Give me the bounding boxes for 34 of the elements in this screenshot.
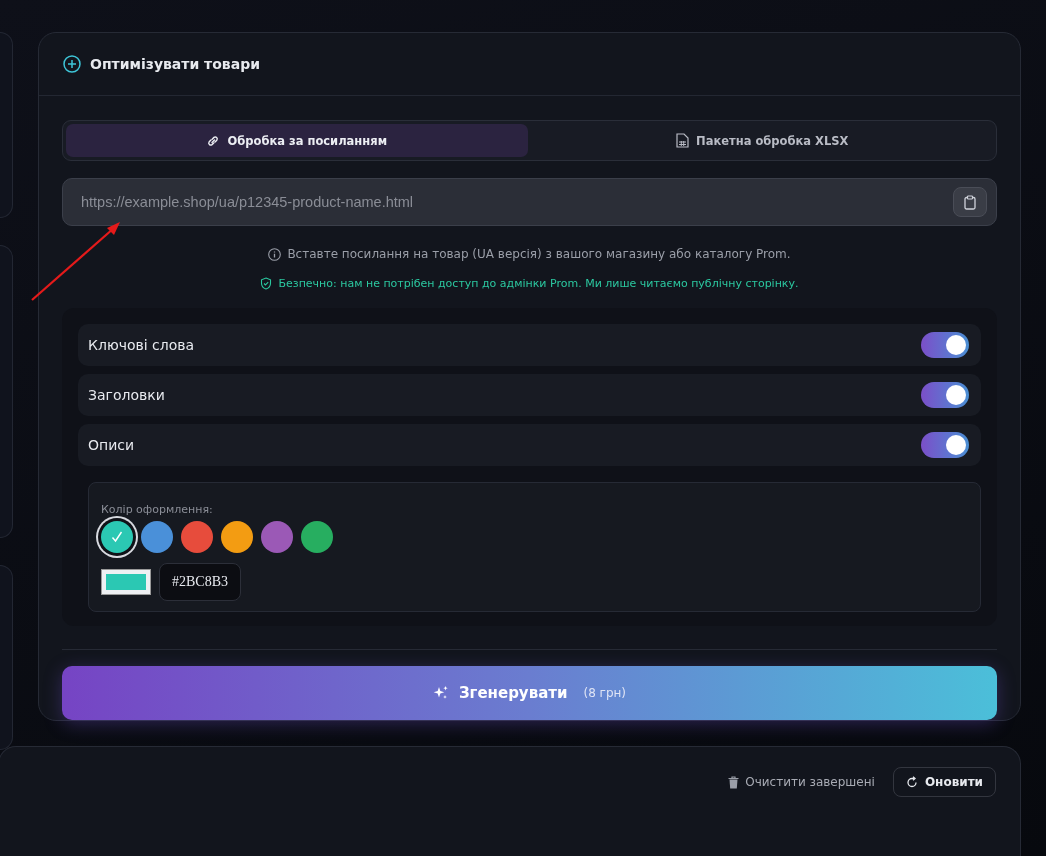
toggle-switch[interactable] [921, 382, 969, 408]
link-icon [206, 133, 221, 148]
toggle-switch[interactable] [921, 432, 969, 458]
safety-note: Безпечно: нам не потрібен доступ до адмінки Prom. Ми лише читаємо публічну сторінку. [278, 277, 799, 290]
paste-button[interactable] [953, 187, 987, 217]
info-icon [268, 247, 282, 261]
url-input-field[interactable]: https://example.shop/ua/p12345-product-name.html [62, 178, 997, 226]
clear-completed-button[interactable]: Очистити завершені [722, 767, 881, 797]
plus-circle-icon [63, 55, 81, 73]
color-swatch[interactable] [141, 521, 173, 553]
hex-input-field[interactable]: #2BC8B3 [159, 563, 241, 601]
refresh-icon [905, 776, 918, 788]
toggle-switch[interactable] [921, 332, 969, 358]
panel-title: Оптимізувати товари [90, 56, 260, 72]
trash-icon [728, 775, 740, 789]
color-preview[interactable] [101, 569, 151, 595]
hint-text: Вставте посилання на товар (UA версія) з вашого магазину або каталогу Prom. [287, 247, 791, 261]
clipboard-icon [964, 194, 976, 210]
color-swatch[interactable] [181, 521, 213, 553]
option-label: Описи [88, 437, 135, 453]
color-swatch[interactable] [221, 521, 253, 553]
option-label: Заголовки [88, 387, 165, 403]
check-icon [110, 530, 124, 544]
color-label: Колір оформлення: [101, 503, 214, 517]
tab[interactable]: Обробка за посиланням [66, 124, 528, 157]
tab[interactable]: Пакетна обробка XLSX [531, 124, 993, 157]
shield-check-icon [260, 277, 273, 290]
option-label: Ключові слова [88, 337, 195, 353]
refresh-button[interactable]: Оновити [892, 767, 996, 797]
generate-button[interactable]: Згенерувати (8 грн) [62, 666, 997, 720]
color-swatch[interactable] [261, 521, 293, 553]
spreadsheet-file-icon [676, 133, 690, 148]
color-swatch[interactable] [301, 521, 333, 553]
price-label: (8 грн) [583, 686, 627, 700]
